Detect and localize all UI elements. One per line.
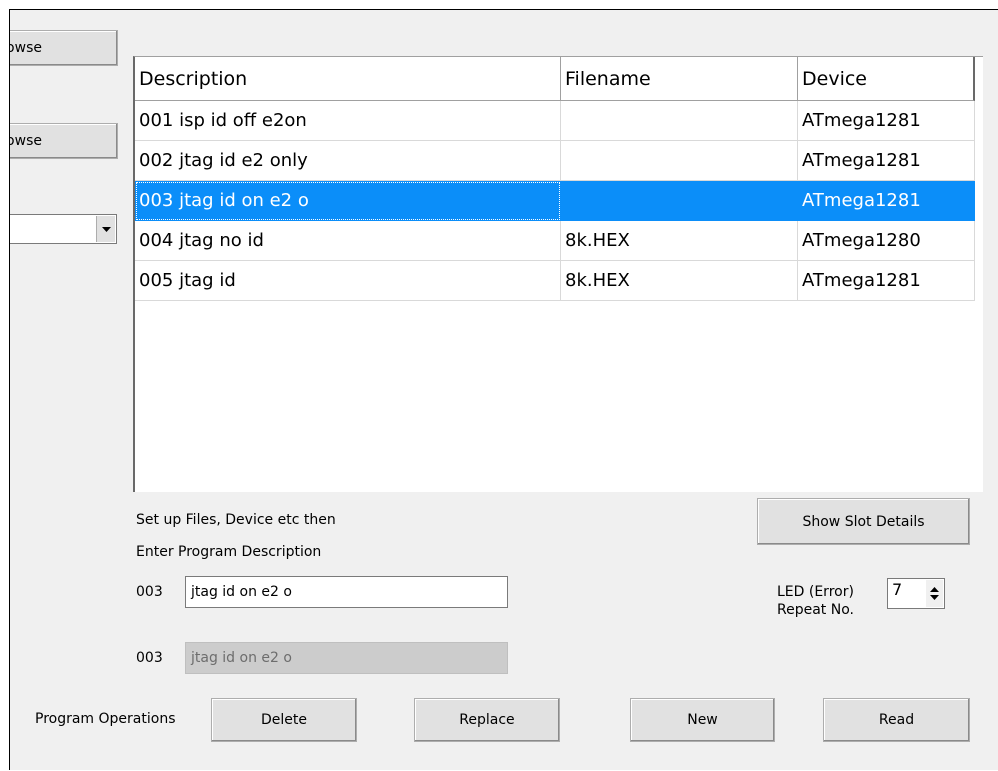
column-header-device[interactable]: Device — [798, 57, 975, 101]
table-cell-filename — [561, 101, 798, 141]
read-button[interactable]: Read — [823, 698, 970, 742]
table-cell-description: 005 jtag id — [135, 261, 561, 301]
table-row[interactable]: 001 isp id off e2on ATmega1281 — [135, 101, 975, 141]
program-panel: Browse Browse Description Filename Devic… — [9, 9, 998, 770]
delete-button-label: Delete — [261, 712, 307, 728]
table-cell-device: ATmega1281 — [798, 181, 975, 221]
chevron-down-icon[interactable] — [96, 216, 115, 242]
table-row[interactable]: 002 jtag id e2 only ATmega1281 — [135, 141, 975, 181]
description-input[interactable]: jtag id on e2 o — [185, 576, 508, 608]
browse-button-2[interactable]: Browse — [10, 123, 118, 159]
led-repeat-label-line-1: LED (Error) — [777, 584, 854, 600]
table-cell-filename: 8k.HEX — [561, 261, 798, 301]
instruction-line-2: Enter Program Description — [136, 544, 322, 560]
table-cell-device: ATmega1281 — [798, 261, 975, 301]
delete-button[interactable]: Delete — [211, 698, 357, 742]
spinner-down-icon[interactable] — [930, 595, 939, 600]
instruction-line-1: Set up Files, Device etc then — [136, 512, 336, 528]
readonly-slot-number: 003 — [136, 650, 163, 666]
table-cell-device: ATmega1281 — [798, 141, 975, 181]
spinner-up-icon[interactable] — [930, 587, 939, 592]
column-header-description[interactable]: Description — [135, 57, 561, 101]
table-cell-filename: 8k.HEX — [561, 221, 798, 261]
device-combo[interactable] — [10, 214, 117, 244]
table-cell-device: ATmega1280 — [798, 221, 975, 261]
table-cell-device: ATmega1281 — [798, 101, 975, 141]
table-cell-description: 003 jtag id on e2 o — [135, 181, 561, 221]
replace-button-label: Replace — [459, 712, 515, 728]
show-slot-details-button[interactable]: Show Slot Details — [757, 498, 970, 545]
browse-button-2-label: Browse — [10, 133, 42, 149]
show-slot-details-label: Show Slot Details — [802, 513, 925, 530]
led-repeat-label-line-2: Repeat No. — [777, 602, 854, 618]
table-row[interactable]: 004 jtag no id 8k.HEX ATmega1280 — [135, 221, 975, 261]
table-cell-description: 001 isp id off e2on — [135, 101, 561, 141]
spinner-arrows[interactable] — [926, 580, 943, 607]
replace-button[interactable]: Replace — [414, 698, 560, 742]
table-cell-filename — [561, 141, 798, 181]
new-button[interactable]: New — [630, 698, 775, 742]
browse-button-1-label: Browse — [10, 40, 42, 56]
led-repeat-value: 7 — [892, 580, 903, 599]
read-button-label: Read — [878, 712, 915, 728]
description-slot-number: 003 — [136, 584, 163, 600]
table-row[interactable]: 005 jtag id 8k.HEX ATmega1281 — [135, 261, 975, 301]
table-cell-filename — [561, 181, 798, 221]
led-repeat-spinner[interactable]: 7 — [887, 578, 945, 609]
program-operations-label: Program Operations — [35, 711, 176, 727]
table-row[interactable]: 003 jtag id on e2 o ATmega1281 — [135, 181, 975, 221]
table-cell-description: 004 jtag no id — [135, 221, 561, 261]
new-button-label: New — [687, 712, 718, 728]
browse-button-1[interactable]: Browse — [10, 30, 118, 66]
description-readonly-field: jtag id on e2 o — [185, 642, 508, 674]
column-header-filename[interactable]: Filename — [561, 57, 798, 101]
program-list[interactable]: Description Filename Device 001 isp id o… — [133, 56, 983, 492]
table-cell-description: 002 jtag id e2 only — [135, 141, 561, 181]
